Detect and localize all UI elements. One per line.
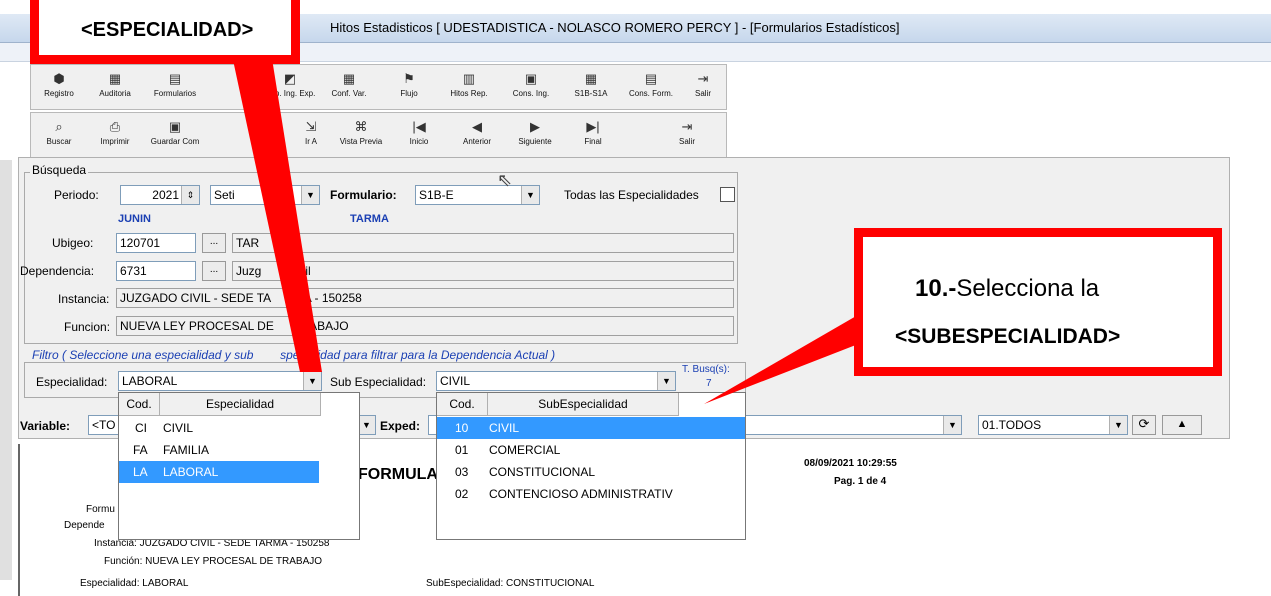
right-callout-number: 10.-: [915, 275, 957, 302]
left-callout-text: <ESPECIALIDAD>: [81, 19, 254, 41]
left-callout: <ESPECIALIDAD>: [30, 0, 300, 64]
right-callout-line2: <SUBESPECIALIDAD>: [895, 325, 1121, 348]
right-callout-line1: 10.-Selecciona la: [915, 275, 1099, 303]
left-callout-arrow: [230, 46, 322, 372]
right-callout-text: Selecciona la: [956, 275, 1100, 302]
right-callout: 10.-Selecciona la <SUBESPECIALIDAD>: [854, 228, 1222, 376]
